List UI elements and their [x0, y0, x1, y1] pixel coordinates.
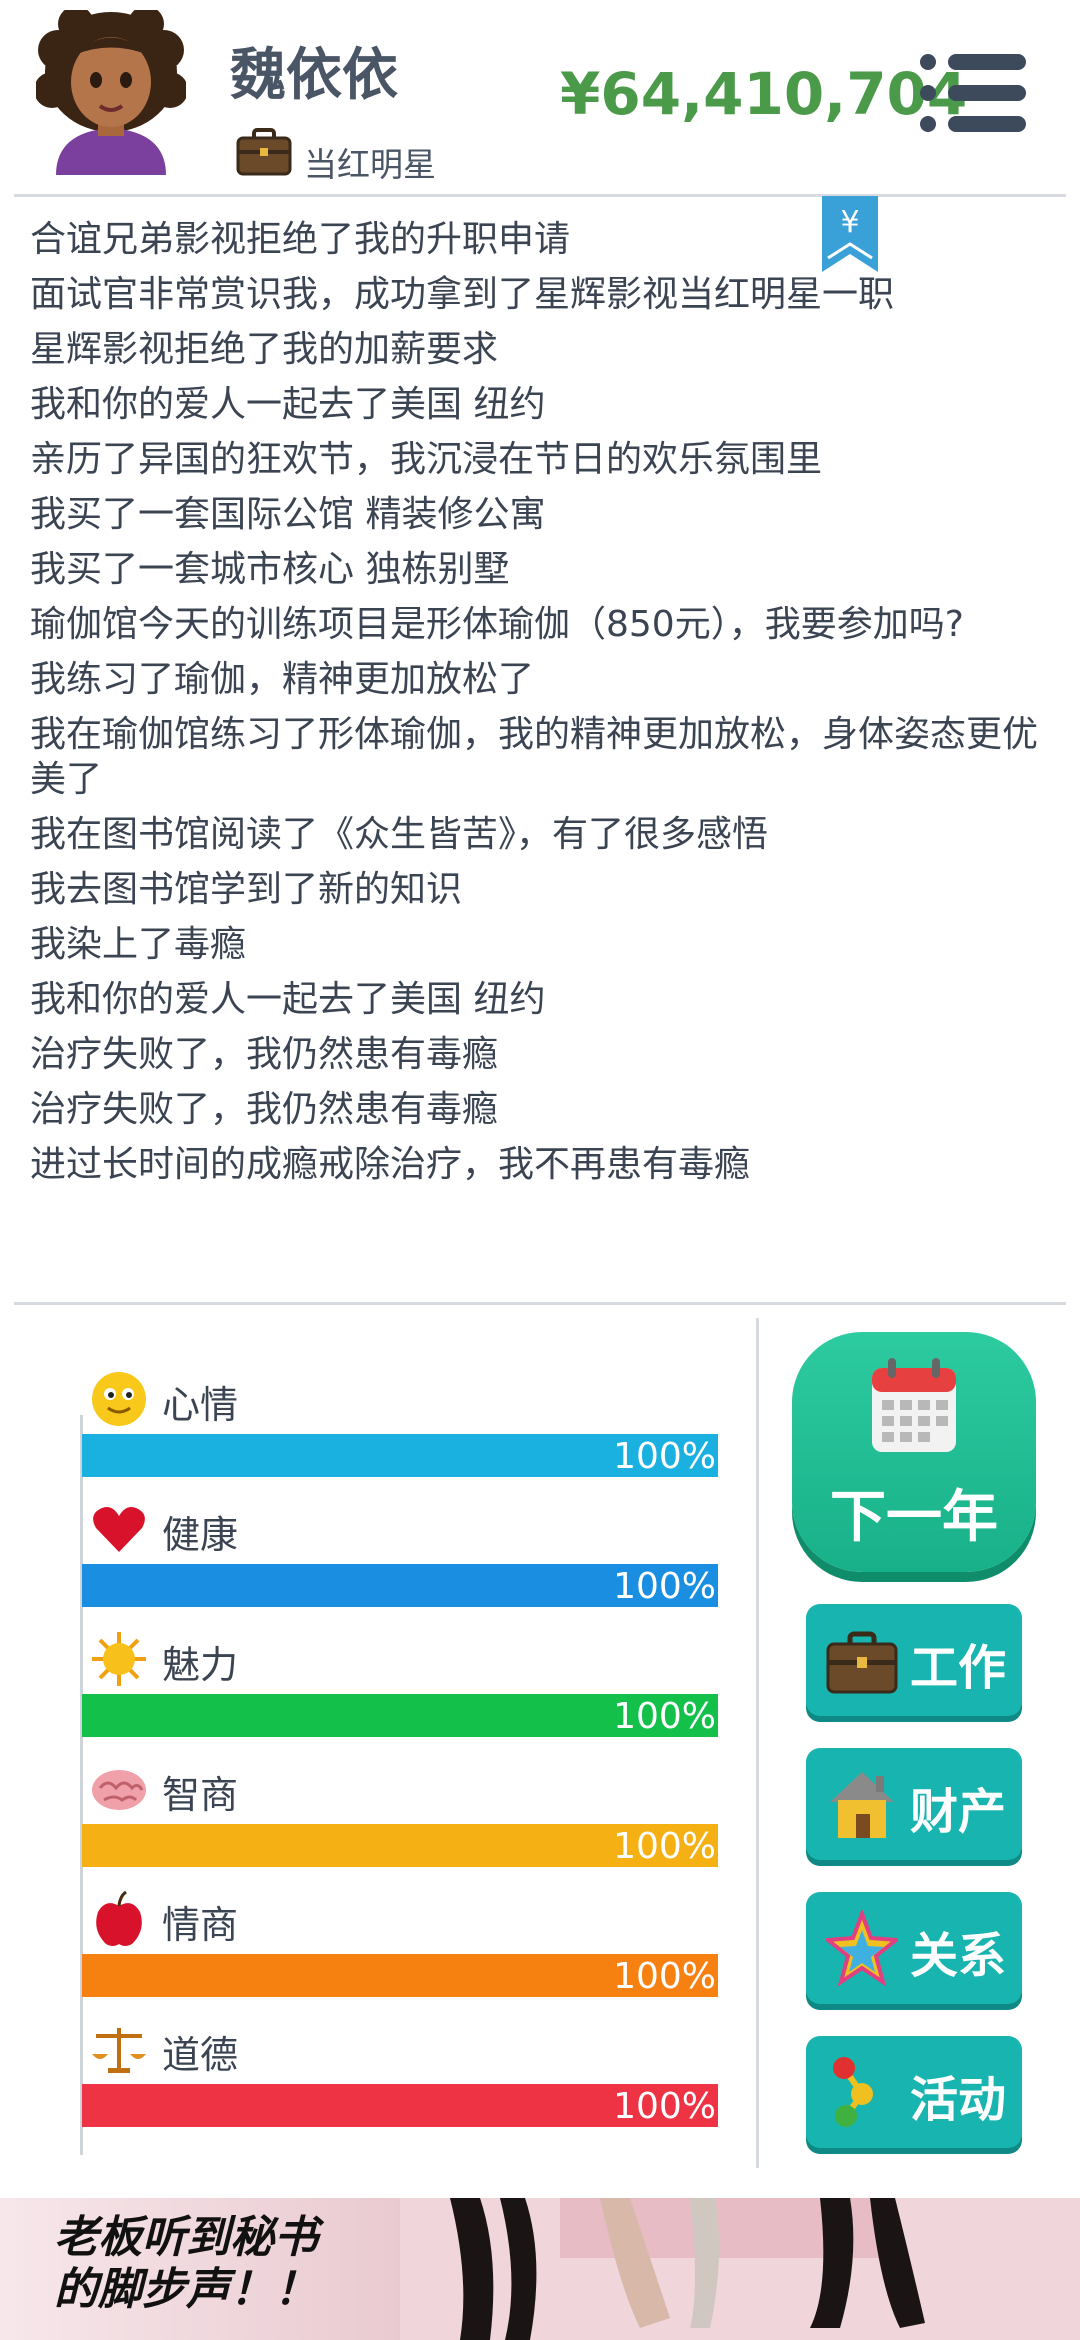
log-entry: 治疗失败了，我仍然患有毒瘾 [30, 1089, 499, 1130]
log-entry: 亲历了异国的狂欢节，我沉浸在节日的欢乐氛围里 [30, 439, 823, 480]
ad-line: 的脚步声！！ [54, 2264, 318, 2315]
log-entry: 瑜伽馆今天的训练项目是形体瑜伽（850元），我要参加吗? [30, 604, 964, 645]
activities-label: 活动 [910, 2072, 1007, 2128]
house-icon [826, 1766, 898, 1842]
stat-morality: 道德 100% [82, 2020, 810, 2130]
dots-icon [826, 2054, 898, 2130]
stat-value: 100% [613, 1956, 716, 1997]
stat-bar: 100% [82, 1824, 718, 1867]
stat-value: 100% [613, 1566, 716, 1607]
stat-value: 100% [613, 2086, 716, 2127]
briefcase-icon [236, 128, 292, 176]
relations-label: 关系 [910, 1928, 1007, 1984]
stat-label: 智商 [162, 1773, 239, 1817]
log-entry: 面试官非常赏识我，成功拿到了星辉影视当红明星一职 [30, 274, 895, 315]
stat-bar: 100% [82, 1434, 718, 1477]
heart-icon [90, 1500, 148, 1558]
briefcase-icon [826, 1622, 898, 1698]
log-entry: 我买了一套城市核心 独栋别墅 [30, 549, 510, 590]
apple-icon [90, 1890, 148, 1948]
log-entry: 进过长时间的成瘾戒除治疗，我不再患有毒瘾 [30, 1144, 751, 1185]
log-entry: 我和你的爱人一起去了美国 纽约 [30, 384, 546, 425]
stat-label: 魅力 [162, 1643, 239, 1687]
ad-text: 老板听到秘书 的脚步声！！ [54, 2212, 318, 2316]
log-entry: 我去图书馆学到了新的知识 [30, 869, 463, 910]
star-icon [822, 1908, 902, 1987]
log-divider [14, 1302, 1066, 1305]
scales-icon [90, 2020, 148, 2078]
sun-icon [90, 1630, 148, 1688]
stat-label: 健康 [162, 1513, 239, 1557]
property-label: 财产 [910, 1784, 1007, 1840]
stat-label: 情商 [162, 1903, 239, 1947]
log-entry: 我在图书馆阅读了《众生皆苦》，有了很多感悟 [30, 814, 769, 855]
stat-eq: 情商 100% [82, 1890, 810, 2000]
header-divider [14, 194, 1066, 197]
work-button[interactable]: 工作 [806, 1604, 1022, 1716]
event-log: 合谊兄弟影视拒绝了我的升职申请 面试官非常赏识我，成功拿到了星辉影视当红明星一职… [30, 212, 1040, 1192]
stat-value: 100% [613, 1826, 716, 1867]
stat-iq: 智商 100% [82, 1760, 810, 1870]
log-entry: 我练习了瑜伽，精神更加放松了 [30, 659, 535, 700]
work-label: 工作 [910, 1640, 1007, 1696]
stat-bar: 100% [82, 1954, 718, 1997]
log-entry: 合谊兄弟影视拒绝了我的升职申请 [30, 219, 571, 260]
log-entry: 星辉影视拒绝了我的加薪要求 [30, 329, 499, 370]
log-entry: 我染上了毒瘾 [30, 924, 247, 965]
stat-bar: 100% [82, 1564, 718, 1607]
brain-icon [90, 1760, 148, 1818]
ad-line: 老板听到秘书 [54, 2212, 318, 2263]
player-name: 魏依依 [230, 43, 398, 108]
stat-value: 100% [613, 1696, 716, 1737]
job-title: 当红明星 [304, 145, 436, 184]
stat-label: 心情 [162, 1383, 239, 1427]
stat-bar: 100% [82, 2084, 718, 2127]
avatar [34, 6, 188, 175]
stat-bar: 100% [82, 1694, 718, 1737]
stat-health: 健康 100% [82, 1500, 810, 1610]
smiley-icon [90, 1370, 148, 1428]
next-year-label: 下一年 [830, 1485, 998, 1550]
log-entry: 我买了一套国际公馆 精装修公寓 [30, 494, 546, 535]
property-button[interactable]: 财产 [806, 1748, 1022, 1860]
next-year-button[interactable]: 下一年 [792, 1332, 1036, 1572]
stat-mood: 心情 100% [82, 1370, 810, 1480]
ad-banner[interactable]: 老板听到秘书 的脚步声！！ [0, 2198, 1080, 2340]
relations-button[interactable]: 关系 [806, 1892, 1022, 2004]
calendar-icon [870, 1358, 958, 1454]
stat-charm: 魅力 100% [82, 1630, 810, 1740]
menu-icon[interactable] [918, 52, 1028, 134]
stat-value: 100% [613, 1436, 716, 1477]
stats-axis-line [80, 1415, 83, 2155]
money-balance: ¥64,410,704 [560, 60, 968, 128]
activities-button[interactable]: 活动 [806, 2036, 1022, 2148]
stat-label: 道德 [162, 2033, 239, 2077]
log-entry: 治疗失败了，我仍然患有毒瘾 [30, 1034, 499, 1075]
log-entry: 我在瑜伽馆练习了形体瑜伽，我的精神更加放松，身体姿态更优美了 [30, 714, 1039, 800]
log-entry: 我和你的爱人一起去了美国 纽约 [30, 979, 546, 1020]
